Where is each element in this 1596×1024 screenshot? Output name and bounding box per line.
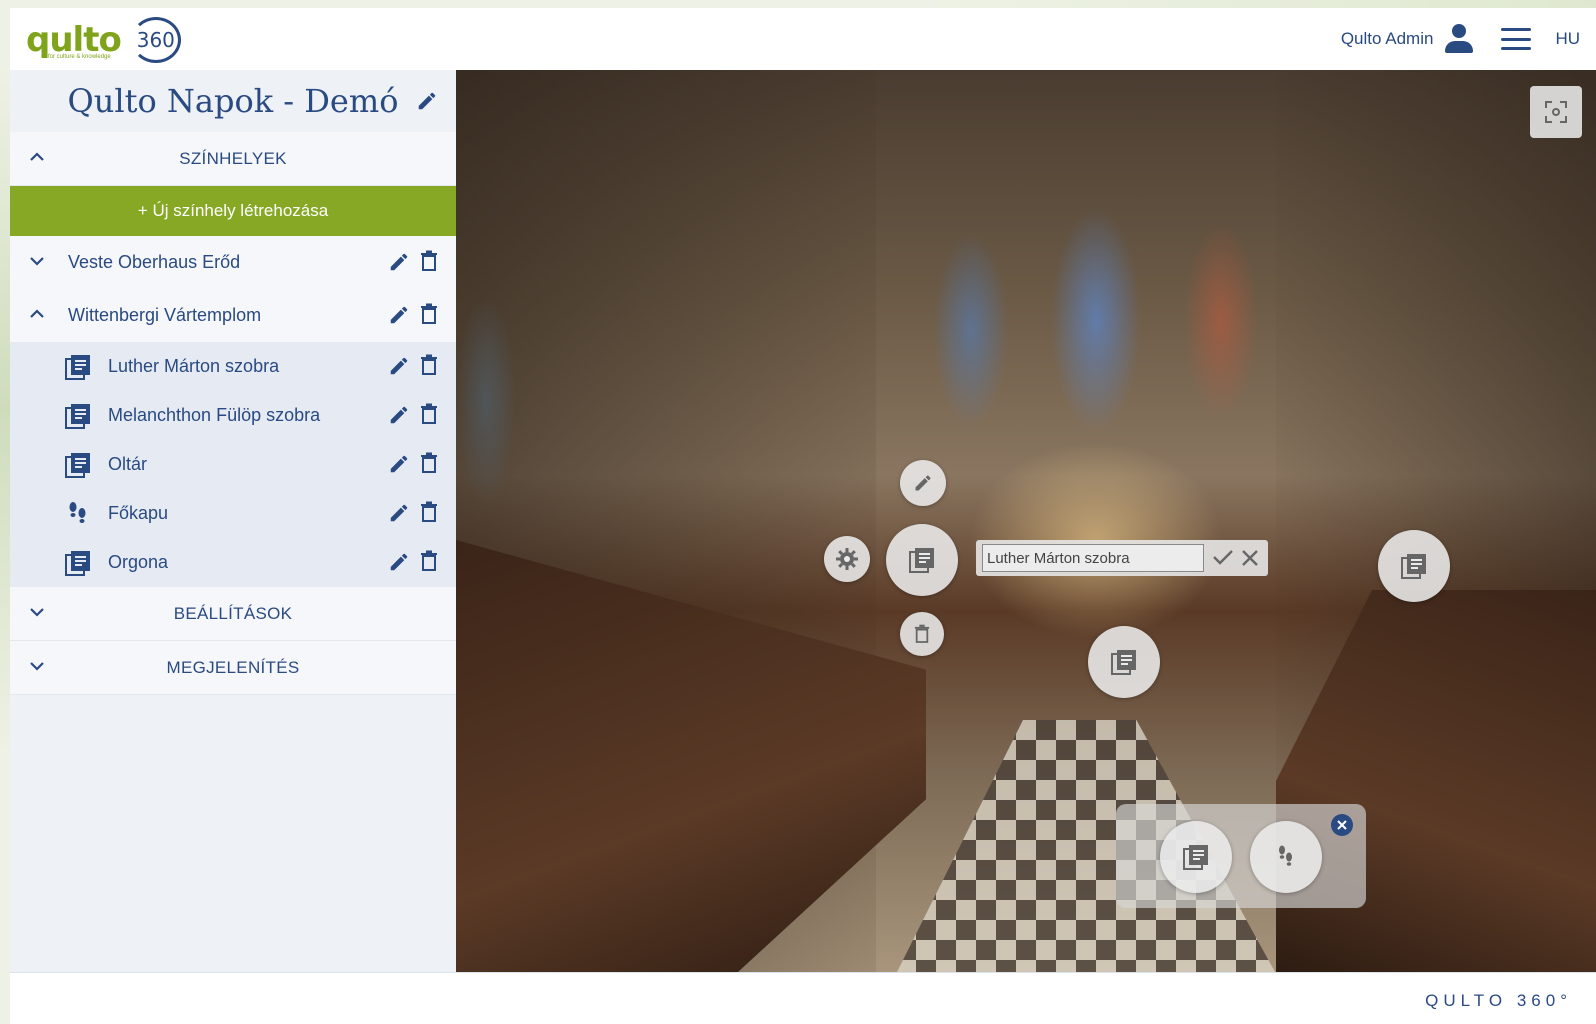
trash-icon [914, 624, 930, 643]
hotspot-marker[interactable] [1088, 626, 1160, 698]
display-heading: MEGJELENÍTÉS [166, 657, 300, 677]
hotspot-label: Melanchthon Fülöp szobra [108, 405, 321, 425]
display-section-header[interactable]: MEGJELENÍTÉS [10, 641, 456, 695]
hotspot-type-picker [1116, 804, 1366, 908]
language-switch[interactable]: HU [1555, 29, 1580, 49]
chevron-down-icon [30, 661, 44, 671]
fullscreen-button[interactable] [1530, 86, 1582, 138]
hotspot-list-item[interactable]: Főkapu [10, 489, 456, 538]
gear-icon [836, 548, 858, 570]
edit-pencil-icon[interactable] [388, 251, 410, 273]
hotspot-label: Orgona [108, 552, 169, 572]
hotspot-name-input[interactable] [982, 544, 1204, 572]
edit-pencil-icon[interactable] [388, 404, 410, 426]
delete-trash-icon[interactable] [420, 354, 438, 376]
edit-pencil-icon[interactable] [388, 551, 410, 573]
edit-pencil-icon[interactable] [388, 304, 410, 326]
new-scene-button[interactable]: + Új színhely létrehozása [10, 186, 456, 236]
footer: QULTO 360° [10, 972, 1596, 1024]
place-row[interactable]: Wittenbergi Vártemplom [10, 289, 456, 342]
edit-pencil-icon[interactable] [388, 453, 410, 475]
footsteps-icon [1279, 845, 1292, 866]
document-icon [65, 403, 91, 429]
logo-360-badge: 360 [130, 17, 181, 63]
sidebar: Qulto Napok - Demó SZÍNHELYEK + Új szính… [10, 70, 456, 972]
top-header: qulto for culture & knowledge 360 Qulto … [10, 8, 1596, 70]
document-icon [1183, 845, 1208, 870]
close-icon [1337, 820, 1347, 830]
hotspot-marker[interactable] [1378, 530, 1450, 602]
chevron-down-icon [30, 607, 44, 617]
chevron-up-icon [30, 152, 44, 162]
active-hotspot[interactable] [886, 524, 958, 596]
delete-trash-icon[interactable] [420, 250, 438, 272]
pencil-icon [915, 475, 931, 491]
delete-trash-icon[interactable] [420, 501, 438, 523]
add-info-hotspot-button[interactable] [1160, 821, 1232, 893]
hotspot-list-item[interactable]: Melanchthon Fülöp szobra [10, 391, 456, 440]
confirm-check-icon[interactable] [1213, 549, 1233, 565]
hotspot-label: Oltár [108, 454, 148, 474]
delete-trash-icon[interactable] [420, 550, 438, 572]
user-icon[interactable] [1445, 24, 1474, 54]
hotspot-name-editor [976, 540, 1268, 576]
panorama-viewer[interactable] [456, 70, 1596, 972]
document-icon [1111, 650, 1136, 675]
document-icon [65, 550, 91, 576]
chevron-up-icon[interactable] [30, 309, 44, 319]
chevron-down-icon[interactable] [30, 256, 44, 266]
hotspot-settings-button[interactable] [824, 536, 870, 582]
document-icon [1401, 554, 1426, 579]
place-label: Wittenbergi Vártemplom [68, 305, 262, 325]
delete-hotspot-button[interactable] [900, 612, 944, 656]
hotspot-list-item[interactable]: Luther Márton szobra [10, 342, 456, 391]
edit-hotspot-button[interactable] [900, 460, 946, 506]
delete-trash-icon[interactable] [420, 452, 438, 474]
edit-title-pencil-icon[interactable] [416, 90, 438, 112]
place-row[interactable]: Veste Oberhaus Erőd [10, 236, 456, 289]
scenes-heading: SZÍNHELYEK [179, 148, 287, 168]
project-title: Qulto Napok - Demó [67, 82, 399, 120]
user-name[interactable]: Qulto Admin [1341, 29, 1434, 49]
edit-pencil-icon[interactable] [388, 502, 410, 524]
document-icon [909, 548, 934, 573]
scenes-section-header[interactable]: SZÍNHELYEK [10, 132, 456, 186]
project-title-bar: Qulto Napok - Demó [10, 70, 456, 132]
hotspot-label: Főkapu [108, 503, 169, 523]
app-window: qulto for culture & knowledge 360 Qulto … [10, 8, 1596, 1024]
hotspot-list-item[interactable]: Oltár [10, 440, 456, 489]
add-link-hotspot-button[interactable] [1250, 821, 1322, 893]
logo-tagline: for culture & knowledge [48, 54, 111, 60]
close-picker-button[interactable] [1331, 814, 1353, 836]
header-actions: Qulto Admin HU [1341, 8, 1596, 70]
settings-heading: BEÁLLÍTÁSOK [173, 603, 293, 623]
document-icon [65, 452, 91, 478]
footer-brand: QULTO 360° [1425, 991, 1572, 1010]
place-label: Veste Oberhaus Erőd [68, 252, 241, 272]
document-icon [65, 354, 91, 380]
settings-section-header[interactable]: BEÁLLÍTÁSOK [10, 587, 456, 641]
cancel-x-icon[interactable] [1242, 550, 1258, 566]
hotspot-list-item[interactable]: Orgona [10, 538, 456, 587]
edit-pencil-icon[interactable] [388, 355, 410, 377]
delete-trash-icon[interactable] [420, 303, 438, 325]
fullscreen-icon [1545, 101, 1567, 123]
delete-trash-icon[interactable] [420, 403, 438, 425]
qulto-360-logo[interactable]: qulto for culture & knowledge 360 [26, 16, 181, 64]
hotspot-label: Luther Márton szobra [108, 356, 280, 376]
footsteps-icon [65, 501, 91, 527]
hamburger-menu-icon[interactable] [1501, 28, 1532, 50]
